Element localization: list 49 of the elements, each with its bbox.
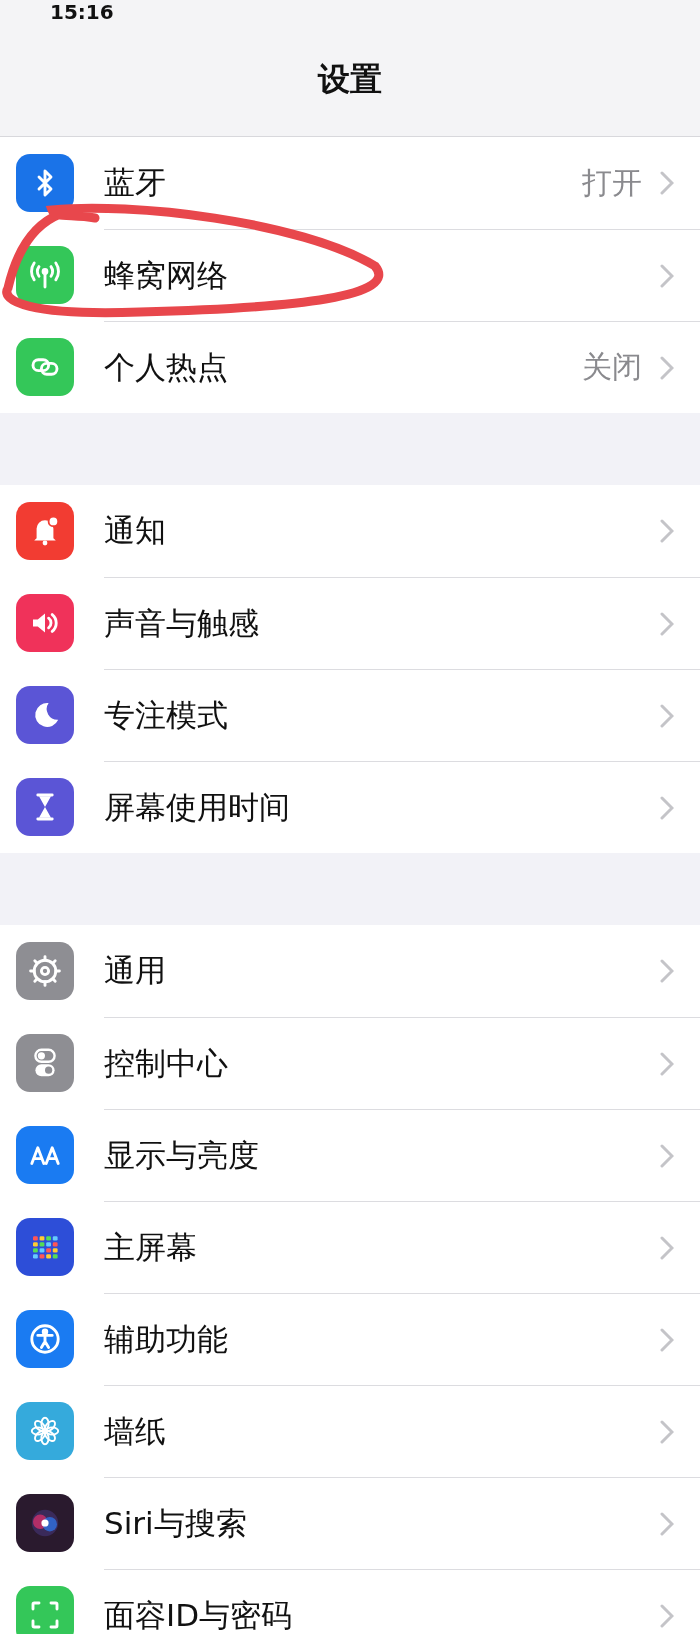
chevron-icon [660,1327,674,1352]
chevron-icon [660,355,674,380]
row-label: 辅助功能 [104,1319,229,1359]
settings-row[interactable]: 通用 [0,925,700,1017]
settings-row[interactable]: 个人热点 关闭 [0,321,700,413]
chevron-icon [660,1143,674,1168]
row-value: 打开 [582,163,642,202]
row-label: 屏幕使用时间 [104,787,291,827]
settings-row[interactable]: 蓝牙 打开 [0,137,700,229]
settings-row[interactable]: 主屏幕 [0,1201,700,1293]
settings-row[interactable]: 通知 [0,485,700,577]
chevron-icon [660,1511,674,1536]
page-title: 设置 [318,59,382,100]
settings-row[interactable]: Siri与搜索 [0,1477,700,1569]
chevron-icon [660,1235,674,1260]
chevron-icon [660,519,674,543]
chevron-icon [660,171,674,195]
row-label: 面容ID与密码 [104,1595,293,1634]
settings-row[interactable]: 面容ID与密码 [0,1569,700,1634]
settings-row[interactable]: 蜂窝网络 [0,229,700,321]
row-label: 蓝牙 [104,163,167,202]
chevron-icon [660,959,674,983]
chevron-icon [660,795,674,820]
row-label: 控制中心 [104,1043,229,1083]
row-label: 通知 [104,511,167,550]
row-label: 个人热点 [104,347,229,387]
row-label: 主屏幕 [104,1227,198,1267]
chevron-icon [660,1419,674,1444]
chevron-icon [660,1603,674,1628]
row-label: Siri与搜索 [104,1503,248,1543]
row-label: 墙纸 [104,1411,167,1451]
settings-row[interactable]: 墙纸 [0,1385,700,1477]
row-label: 通用 [104,951,167,990]
row-value: 关闭 [582,348,642,386]
settings-row[interactable]: 控制中心 [0,1017,700,1109]
chevron-icon [660,263,674,288]
settings-row[interactable]: 专注模式 [0,669,700,761]
status-time: 15:16 [50,1,114,23]
row-label: 专注模式 [104,695,229,735]
settings-row[interactable]: 辅助功能 [0,1293,700,1385]
settings-row[interactable]: 屏幕使用时间 [0,761,700,853]
chevron-icon [660,611,674,636]
chevron-icon [660,703,674,728]
row-label: 蜂窝网络 [104,255,229,295]
settings-row[interactable]: 显示与亮度 [0,1109,700,1201]
chevron-icon [660,1051,674,1076]
row-label: 显示与亮度 [104,1135,260,1175]
settings-row[interactable]: 声音与触感 [0,577,700,669]
row-label: 声音与触感 [104,603,260,643]
